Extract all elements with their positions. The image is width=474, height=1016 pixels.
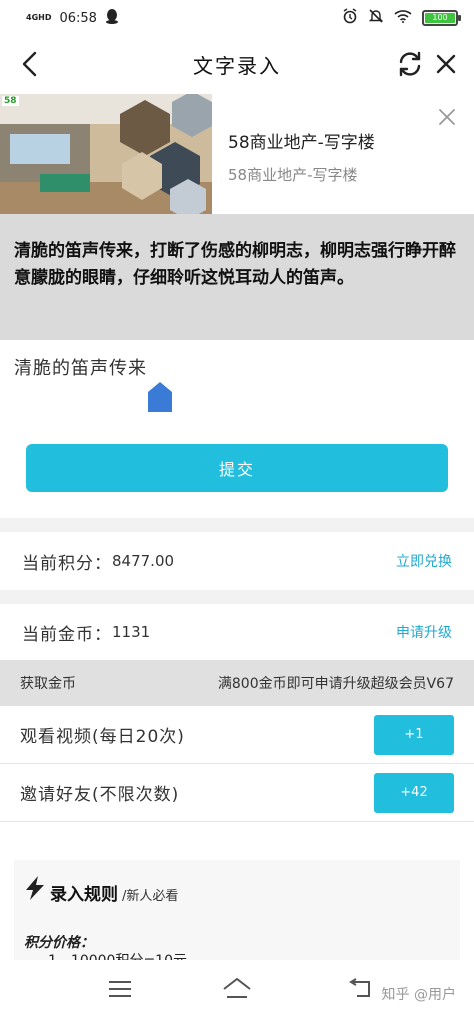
- rules-card: 录入规则 /新人必看 积分价格： 1、10000积分=10元: [14, 860, 460, 960]
- back-button[interactable]: [14, 48, 46, 80]
- menu-icon: [109, 981, 131, 997]
- rules-subtitle: /新人必看: [122, 889, 179, 904]
- submit-button[interactable]: 提交: [26, 444, 448, 492]
- menu-button[interactable]: [104, 974, 136, 1004]
- rules-heading: 录入规则 /新人必看: [24, 876, 178, 905]
- status-time: 06:58: [59, 10, 97, 26]
- coins-value: 1131: [112, 623, 151, 641]
- earn-coins-header: 获取金币 满800金币即可申请升级超级会员V67: [0, 660, 474, 706]
- task-row: 邀请好友(不限次数) +42: [0, 764, 474, 822]
- wifi-icon: [394, 9, 412, 27]
- redeem-now-link[interactable]: 立即兑换: [396, 551, 452, 571]
- points-row: 当前积分： 8477.00 立即兑换: [0, 532, 474, 590]
- ad-image[interactable]: 58: [0, 94, 212, 214]
- task-label-watch-video: 观看视频(每日20次): [20, 727, 185, 747]
- rules-title: 录入规则: [50, 885, 118, 905]
- lightning-icon: [26, 876, 44, 900]
- chevron-left-icon: [22, 51, 37, 77]
- back-nav-button[interactable]: [344, 974, 376, 1004]
- qq-icon: [105, 8, 119, 28]
- ad-badge: 58: [2, 96, 19, 106]
- status-right: 100: [342, 8, 461, 28]
- refresh-button[interactable]: [394, 48, 426, 80]
- status-bar: 4GHD 06:58 100: [0, 0, 474, 36]
- rules-item: 1、10000积分=10元: [48, 950, 187, 960]
- refresh-icon: [399, 51, 421, 77]
- divider: [0, 590, 474, 604]
- text-cursor-handle[interactable]: [148, 382, 172, 412]
- ad-subtitle[interactable]: 58商业地产-写字楼: [228, 164, 358, 185]
- rules-price-label: 积分价格：: [24, 935, 94, 951]
- source-passage: 清脆的笛声传来，打断了伤感的柳明志，柳明志强行睁开醉意朦胧的眼睛，仔细聆听这悦耳…: [0, 214, 474, 340]
- alarm-icon: [342, 8, 358, 28]
- status-left: 4GHD 06:58: [26, 8, 119, 28]
- watermark: 知乎 @用户: [381, 987, 456, 1003]
- battery-level: 100: [425, 13, 455, 23]
- return-icon: [349, 978, 370, 997]
- points-label: 当前积分：: [22, 553, 112, 574]
- mute-icon: [368, 8, 384, 28]
- app-header: 文字录入: [0, 36, 474, 92]
- ad-banner[interactable]: 58 58商业地产-写字楼 58商业地产-写字楼: [0, 92, 474, 214]
- passage-text: 清脆的笛声传来，打断了伤感的柳明志，柳明志强行睁开醉意朦胧的眼睛，仔细聆听这悦耳…: [14, 241, 456, 288]
- network-type: 4GHD: [26, 13, 52, 22]
- coins-label: 当前金币：: [22, 624, 112, 645]
- points-value: 8477.00: [112, 552, 175, 570]
- invite-friends-button[interactable]: +42: [374, 772, 454, 813]
- watch-video-button[interactable]: +1: [374, 714, 454, 755]
- coins-row: 当前金币： 1131 申请升级: [0, 604, 474, 660]
- close-icon: [436, 54, 456, 74]
- close-button[interactable]: [430, 48, 462, 80]
- spacer: [0, 822, 474, 860]
- cursor-handle-icon: [148, 382, 172, 412]
- close-icon: [439, 109, 455, 125]
- task-label-invite-friends: 邀请好友(不限次数): [20, 785, 180, 805]
- typing-input-area[interactable]: 清脆的笛声传来: [0, 340, 474, 424]
- page-title: 文字录入: [193, 53, 281, 78]
- divider: [0, 518, 474, 532]
- upgrade-note: 满800金币即可申请升级超级会员V67: [217, 676, 454, 692]
- ad-close-button[interactable]: [436, 106, 458, 128]
- earn-coins-title: 获取金币: [20, 676, 76, 692]
- home-icon: [223, 977, 251, 998]
- apply-upgrade-link[interactable]: 申请升级: [396, 622, 452, 642]
- task-row: 观看视频(每日20次) +1: [0, 706, 474, 764]
- rules-subtitle-text: 新人必看: [126, 889, 179, 904]
- battery-icon: 100: [422, 10, 461, 26]
- ad-title[interactable]: 58商业地产-写字楼: [228, 128, 375, 153]
- home-button[interactable]: [221, 974, 253, 1004]
- typing-input[interactable]: 清脆的笛声传来: [14, 354, 147, 380]
- system-nav-bar: 知乎 @用户: [0, 962, 474, 1016]
